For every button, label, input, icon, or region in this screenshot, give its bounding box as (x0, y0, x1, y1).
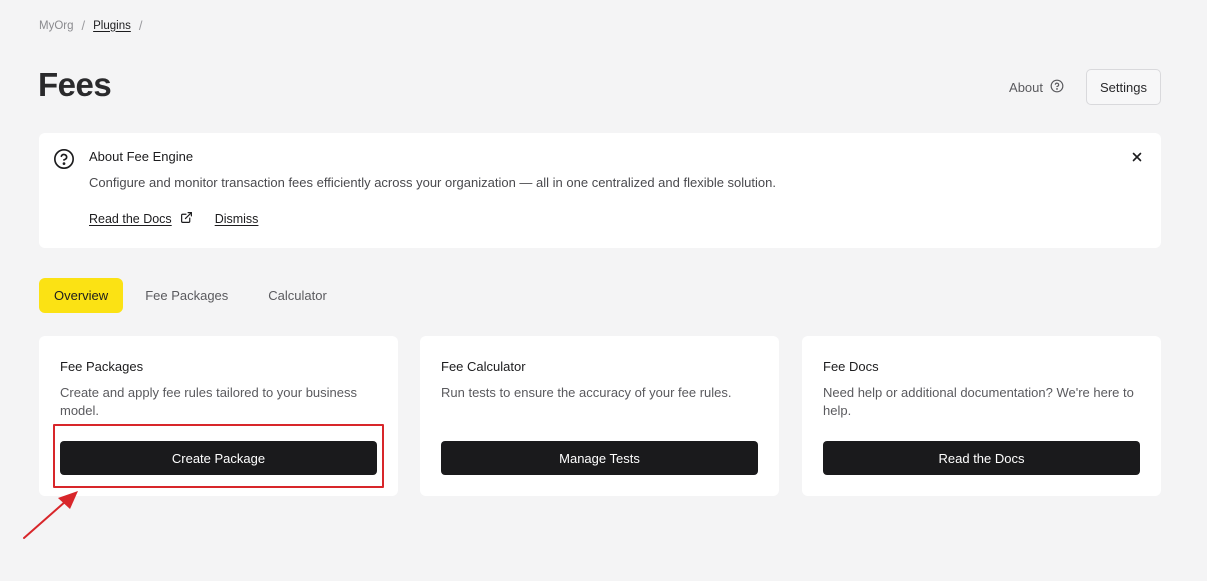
tab-fee-packages[interactable]: Fee Packages (127, 278, 246, 313)
breadcrumb: MyOrg / Plugins / (39, 18, 142, 33)
help-circle-icon (1050, 79, 1064, 96)
dismiss-link[interactable]: Dismiss (215, 212, 259, 226)
breadcrumb-separator: / (138, 18, 143, 33)
breadcrumb-item-plugins[interactable]: Plugins (93, 20, 131, 32)
card-title: Fee Calculator (441, 359, 526, 374)
info-banner: About Fee Engine Configure and monitor t… (39, 133, 1161, 248)
manage-tests-button[interactable]: Manage Tests (441, 441, 758, 475)
card-fee-packages: Fee Packages Create and apply fee rules … (39, 336, 398, 496)
read-docs-label: Read the Docs (89, 212, 172, 226)
breadcrumb-item-org[interactable]: MyOrg (39, 20, 74, 32)
card-fee-calculator: Fee Calculator Run tests to ensure the a… (420, 336, 779, 496)
read-docs-button[interactable]: Read the Docs (823, 441, 1140, 475)
banner-links: Read the Docs Dismiss (89, 211, 258, 227)
help-circle-icon (53, 148, 75, 175)
card-title: Fee Packages (60, 359, 144, 374)
annotation-arrow-icon (20, 488, 82, 547)
create-package-button[interactable]: Create Package (60, 441, 377, 475)
tab-overview[interactable]: Overview (39, 278, 124, 313)
tab-bar: Overview Fee Packages Calculator (39, 278, 345, 313)
card-description: Need help or additional documentation? W… (823, 385, 1134, 418)
tab-calculator[interactable]: Calculator (250, 278, 345, 313)
banner-description: Configure and monitor transaction fees e… (89, 175, 776, 190)
page-title: Fees (38, 66, 112, 103)
read-docs-link[interactable]: Read the Docs (89, 211, 193, 227)
card-fee-docs: Fee Docs Need help or additional documen… (802, 336, 1161, 496)
banner-title: About Fee Engine (89, 149, 194, 164)
settings-button[interactable]: Settings (1086, 69, 1161, 105)
about-label: About (1009, 79, 1044, 95)
card-description: Run tests to ensure the accuracy of your… (441, 385, 732, 400)
card-title: Fee Docs (823, 359, 879, 374)
header-actions: About Settings (1009, 69, 1161, 105)
external-link-icon (180, 211, 193, 227)
about-link[interactable]: About (1009, 79, 1064, 96)
page: MyOrg / Plugins / Fees About Settings Ab… (0, 0, 1207, 581)
breadcrumb-separator: / (81, 18, 86, 33)
close-icon[interactable] (1131, 150, 1143, 168)
card-description: Create and apply fee rules tailored to y… (60, 385, 358, 418)
